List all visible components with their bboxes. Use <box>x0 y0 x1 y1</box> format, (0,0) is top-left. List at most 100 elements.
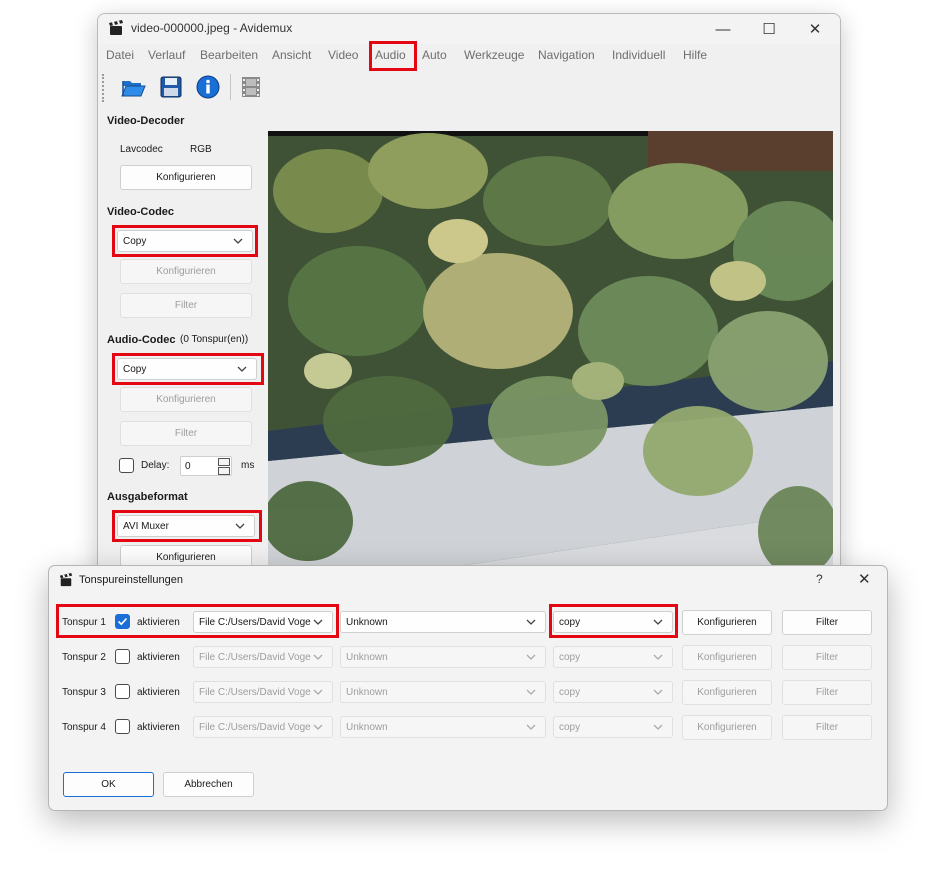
track-2-activate-label: aktivieren <box>137 652 180 663</box>
film-strip-icon[interactable] <box>238 74 264 100</box>
video-codec-value: Copy <box>123 235 147 247</box>
audio-codec-configure-button[interactable]: Konfigurieren <box>120 387 252 412</box>
cancel-button[interactable]: Abbrechen <box>163 772 254 797</box>
ok-button[interactable]: OK <box>63 772 154 797</box>
video-decoder-title: Video-Decoder <box>107 115 185 127</box>
track-4-file-select[interactable]: File C:/Users/David Voge <box>193 716 333 738</box>
track-4-language-select[interactable]: Unknown <box>340 716 546 738</box>
menu-verlauf[interactable]: Verlauf <box>148 48 185 62</box>
help-button[interactable]: ? <box>816 572 823 586</box>
menu-hilfe[interactable]: Hilfe <box>683 48 707 62</box>
close-button[interactable]: ✕ <box>792 14 838 44</box>
decoder-configure-button[interactable]: Konfigurieren <box>120 165 252 190</box>
track-4-file: File C:/Users/David Voge <box>199 721 311 733</box>
video-preview <box>268 131 833 592</box>
track-3-label: Tonspur 3 <box>62 687 106 698</box>
menu-video[interactable]: Video <box>328 48 358 62</box>
dialog-close-button[interactable]: ✕ <box>858 570 871 588</box>
chevron-down-icon <box>526 654 536 660</box>
window-title: video-000000.jpeg - Avidemux <box>131 21 293 35</box>
video-codec-title: Video-Codec <box>107 206 175 218</box>
menu-individuell[interactable]: Individuell <box>612 48 665 62</box>
track-4-codec-select[interactable]: copy <box>553 716 673 738</box>
video-codec-select[interactable]: Copy <box>117 230 253 252</box>
menu-datei[interactable]: Datei <box>106 48 134 62</box>
delay-checkbox[interactable] <box>119 458 134 473</box>
menu-auto[interactable]: Auto <box>422 48 447 62</box>
chevron-down-icon <box>526 689 536 695</box>
track-1-codec: copy <box>559 616 581 628</box>
toolbar <box>98 70 840 104</box>
track-4-checkbox[interactable] <box>115 719 130 734</box>
maximize-button[interactable]: ☐ <box>746 14 792 44</box>
track-2-codec-select[interactable]: copy <box>553 646 673 668</box>
chevron-down-icon <box>312 651 324 663</box>
chevron-down-icon <box>312 686 324 698</box>
track-2-checkbox[interactable] <box>115 649 130 664</box>
decoder-name: Lavcodec <box>120 144 163 155</box>
track-3-file-select[interactable]: File C:/Users/David Voge <box>193 681 333 703</box>
audio-tracks-dialog: Tonspureinstellungen ? ✕ Tonspur 1 aktiv… <box>48 565 888 811</box>
track-4-configure-button[interactable]: Konfigurieren <box>682 715 772 740</box>
title-bar: video-000000.jpeg - Avidemux — ☐ ✕ <box>98 14 840 44</box>
track-1-language-select[interactable]: Unknown <box>340 611 546 633</box>
audio-filter-button[interactable]: Filter <box>120 421 252 446</box>
track-1-file-select[interactable]: File C:/Users/David Voge <box>193 611 333 633</box>
audio-tracks-info: (0 Tonspur(en)) <box>180 334 249 345</box>
audio-codec-title: Audio-Codec <box>107 334 176 346</box>
track-1-checkbox[interactable] <box>115 614 130 629</box>
menu-audio[interactable]: Audio <box>375 48 406 62</box>
info-icon[interactable] <box>195 74 221 100</box>
menu-bearbeiten[interactable]: Bearbeiten <box>200 48 258 62</box>
decoder-format: RGB <box>190 144 212 155</box>
track-2-codec: copy <box>559 651 581 663</box>
menu-werkzeuge[interactable]: Werkzeuge <box>464 48 524 62</box>
track-2-filter-button[interactable]: Filter <box>782 645 872 670</box>
menu-ansicht[interactable]: Ansicht <box>272 48 311 62</box>
chevron-down-icon <box>526 619 536 625</box>
toolbar-grip <box>102 74 104 102</box>
open-folder-icon[interactable] <box>120 74 146 100</box>
track-3-activate-label: aktivieren <box>137 687 180 698</box>
track-3-checkbox[interactable] <box>115 684 130 699</box>
chevron-down-icon <box>653 724 663 730</box>
video-frame-image <box>268 131 833 592</box>
avidemux-clapper-icon <box>109 20 123 35</box>
track-4-codec: copy <box>559 721 581 733</box>
track-1-language: Unknown <box>346 616 388 628</box>
chevron-down-icon <box>653 619 663 625</box>
track-3-filter-button[interactable]: Filter <box>782 680 872 705</box>
chevron-down-icon <box>526 724 536 730</box>
track-1-filter-button[interactable]: Filter <box>782 610 872 635</box>
track-1-activate-label: aktivieren <box>137 617 180 628</box>
track-2-language: Unknown <box>346 651 388 663</box>
video-filter-button[interactable]: Filter <box>120 293 252 318</box>
track-3-language: Unknown <box>346 686 388 698</box>
track-2-configure-button[interactable]: Konfigurieren <box>682 645 772 670</box>
track-3-configure-button[interactable]: Konfigurieren <box>682 680 772 705</box>
menu-navigation[interactable]: Navigation <box>538 48 595 62</box>
track-4-activate-label: aktivieren <box>137 722 180 733</box>
track-4-filter-button[interactable]: Filter <box>782 715 872 740</box>
track-1-codec-select[interactable]: copy <box>553 611 673 633</box>
delay-spinbox[interactable]: 0 <box>180 456 232 476</box>
track-2-language-select[interactable]: Unknown <box>340 646 546 668</box>
delay-value: 0 <box>185 460 191 472</box>
track-1-configure-button[interactable]: Konfigurieren <box>682 610 772 635</box>
track-3-language-select[interactable]: Unknown <box>340 681 546 703</box>
spin-up-arrow-icon[interactable] <box>218 458 230 466</box>
checkmark-icon <box>117 617 128 626</box>
track-2-file-select[interactable]: File C:/Users/David Voge <box>193 646 333 668</box>
output-format-select[interactable]: AVI Muxer <box>117 515 255 537</box>
audio-codec-select[interactable]: Copy <box>117 358 257 380</box>
track-2-label: Tonspur 2 <box>62 652 106 663</box>
video-codec-configure-button[interactable]: Konfigurieren <box>120 259 252 284</box>
spin-down-arrow-icon[interactable] <box>218 467 230 475</box>
dialog-title: Tonspureinstellungen <box>79 574 183 586</box>
output-format-title: Ausgabeformat <box>107 491 188 503</box>
chevron-down-icon <box>312 721 324 733</box>
save-disk-icon[interactable] <box>158 74 184 100</box>
chevron-down-icon <box>653 654 663 660</box>
minimize-button[interactable]: — <box>700 14 746 44</box>
track-3-codec-select[interactable]: copy <box>553 681 673 703</box>
